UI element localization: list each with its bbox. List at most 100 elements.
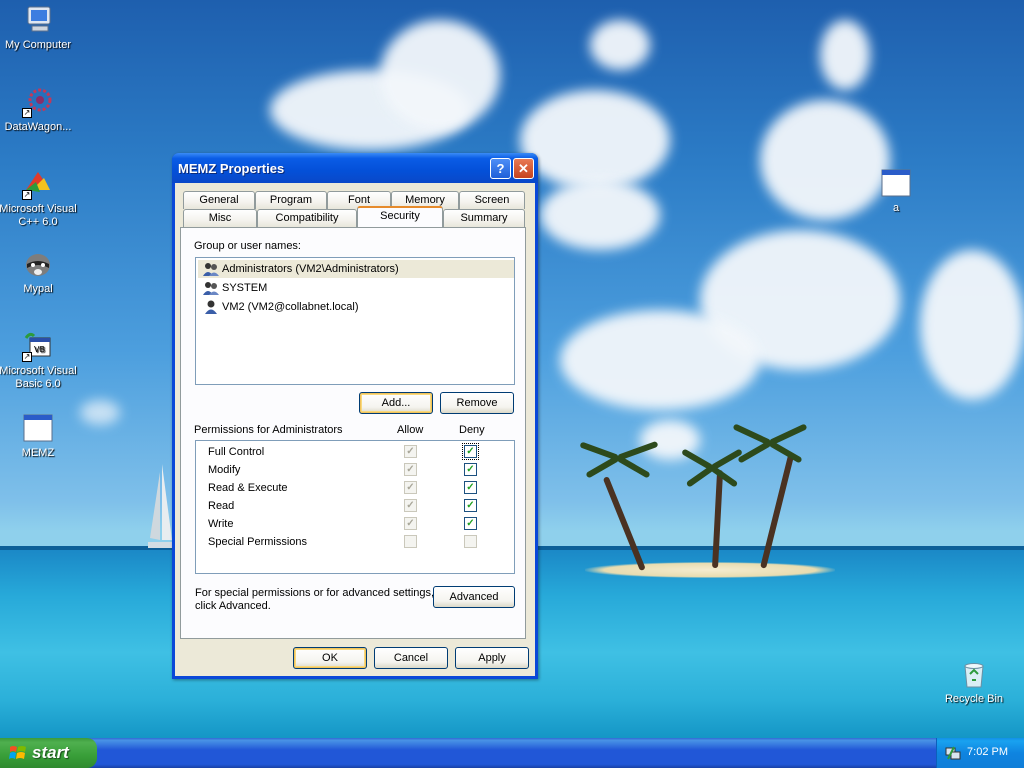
datawagon-icon: ↗	[22, 86, 54, 118]
cloud	[80, 400, 120, 425]
start-button[interactable]: start	[0, 738, 97, 768]
advanced-button[interactable]: Advanced	[433, 586, 515, 608]
tab-label: Summary	[460, 212, 508, 224]
add-button[interactable]: Add...	[359, 392, 433, 414]
start-label: start	[32, 743, 69, 762]
permission-row: Full Control ✓ ✓	[208, 443, 508, 461]
palm-frond	[710, 465, 739, 488]
tab-program[interactable]: Program	[255, 191, 327, 209]
shortcut-arrow-icon: ↗	[22, 190, 32, 200]
permission-row: Write ✓ ✓	[208, 515, 508, 533]
desktop-icon-label: My Computer	[4, 39, 72, 51]
desktop-icon-visual-basic[interactable]: VB ↗ Microsoft Visual Basic 6.0	[0, 330, 78, 391]
permission-name: Read & Execute	[208, 482, 288, 494]
user-list-item[interactable]: SYSTEM	[198, 279, 514, 297]
computer-icon	[22, 4, 54, 36]
apply-button[interactable]: Apply	[455, 647, 529, 669]
shortcut-arrow-icon: ↗	[22, 352, 32, 362]
deny-checkbox[interactable]	[464, 535, 477, 548]
desktop-icon-datawagon[interactable]: ↗ DataWagon...	[0, 86, 78, 134]
deny-column-header: Deny	[459, 424, 485, 436]
desktop-icon-label: DataWagon...	[4, 121, 72, 133]
allow-checkbox[interactable]: ✓	[404, 499, 417, 512]
cloud	[380, 20, 500, 130]
windows-logo-icon	[9, 746, 26, 759]
remove-button[interactable]: Remove	[440, 392, 514, 414]
deny-checkbox[interactable]: ✓	[464, 463, 477, 476]
permission-name: Full Control	[208, 446, 265, 458]
desktop-icon-mypal[interactable]: Mypal	[0, 248, 78, 296]
permission-name: Write	[208, 518, 234, 530]
user-name: Administrators (VM2\Administrators)	[222, 263, 399, 275]
desktop-icon-label: Microsoft Visual Basic 6.0	[0, 365, 77, 390]
permission-row: Read & Execute ✓ ✓	[208, 479, 508, 497]
allow-checkbox[interactable]: ✓	[404, 445, 417, 458]
tab-label: Program	[269, 194, 313, 206]
tab-label: Compatibility	[275, 212, 339, 224]
desktop-icon-memz[interactable]: MEMZ	[0, 412, 78, 460]
user-name: VM2 (VM2@collabnet.local)	[222, 301, 359, 313]
user-list-item[interactable]: Administrators (VM2\Administrators)	[198, 260, 514, 278]
svg-text:VB: VB	[34, 345, 45, 354]
permission-name: Read	[208, 500, 235, 512]
network-tray-icon[interactable]	[945, 745, 961, 761]
application-window-icon	[880, 167, 912, 199]
deny-checkbox[interactable]: ✓	[464, 481, 477, 494]
add-button-label: Add...	[381, 397, 411, 409]
tab-screen[interactable]: Screen	[459, 191, 525, 209]
cancel-button-label: Cancel	[393, 652, 429, 664]
tab-label: Font	[347, 194, 370, 206]
close-icon: ✕	[518, 161, 529, 176]
cancel-button[interactable]: Cancel	[374, 647, 448, 669]
desktop-icon-a[interactable]: a	[856, 167, 936, 215]
tab-misc[interactable]: Misc	[183, 209, 257, 227]
tab-general[interactable]: General	[183, 191, 255, 209]
title-bar[interactable]: MEMZ Properties ? ✕	[172, 153, 538, 183]
cloud	[920, 250, 1024, 400]
allow-checkbox[interactable]: ✓	[404, 481, 417, 494]
user-list-item[interactable]: VM2 (VM2@collabnet.local)	[198, 298, 514, 316]
tab-compatibility[interactable]: Compatibility	[257, 209, 357, 227]
permissions-label: Permissions for Administrators	[194, 424, 343, 436]
user-group-icon	[203, 263, 219, 276]
security-tab-panel: Group or user names: Administrators (VM2…	[180, 227, 526, 639]
deny-checkbox[interactable]: ✓	[464, 517, 477, 530]
apply-button-label: Apply	[478, 652, 506, 664]
desktop-icon-my-computer[interactable]: My Computer	[0, 4, 78, 52]
sailboat	[148, 464, 174, 548]
group-names-label: Group or user names:	[194, 240, 301, 252]
allow-checkbox[interactable]: ✓	[404, 517, 417, 530]
close-button[interactable]: ✕	[513, 158, 534, 179]
desktop-icon-recycle-bin[interactable]: Recycle Bin	[934, 658, 1014, 706]
allow-checkbox[interactable]: ✓	[404, 463, 417, 476]
user-list[interactable]: Administrators (VM2\Administrators) SYST…	[195, 257, 515, 385]
desktop-icon-label: Recycle Bin	[944, 693, 1004, 705]
palm-frond	[685, 465, 714, 488]
shortcut-arrow-icon: ↗	[22, 108, 32, 118]
permission-row: Read ✓ ✓	[208, 497, 508, 515]
allow-checkbox[interactable]	[404, 535, 417, 548]
permission-row: Special Permissions	[208, 533, 508, 551]
window-title: MEMZ Properties	[178, 161, 285, 176]
deny-checkbox[interactable]: ✓	[464, 499, 477, 512]
tab-label: Memory	[405, 194, 445, 206]
desktop-icon-label: Microsoft Visual C++ 6.0	[0, 203, 77, 228]
dialog-client-area: General Program Font Memory Screen Misc …	[175, 183, 535, 676]
desktop-icon-visual-cpp[interactable]: ↗ Microsoft Visual C++ 6.0	[0, 168, 78, 229]
palm-frond	[737, 440, 772, 464]
help-icon: ?	[496, 161, 505, 176]
tab-security[interactable]: Security	[357, 206, 443, 227]
desktop-icon-label: MEMZ	[21, 447, 55, 459]
help-button[interactable]: ?	[490, 158, 511, 179]
cloud	[520, 90, 670, 190]
island-sand	[585, 562, 835, 578]
visual-basic-icon: VB ↗	[22, 330, 54, 362]
palm-frond	[616, 455, 651, 479]
tab-summary[interactable]: Summary	[443, 209, 525, 227]
cloud	[820, 20, 870, 90]
application-window-icon	[22, 412, 54, 444]
clock[interactable]: 7:02 PM	[967, 746, 1008, 758]
deny-checkbox[interactable]: ✓	[462, 443, 479, 460]
ok-button[interactable]: OK	[293, 647, 367, 669]
cloud	[560, 310, 760, 410]
